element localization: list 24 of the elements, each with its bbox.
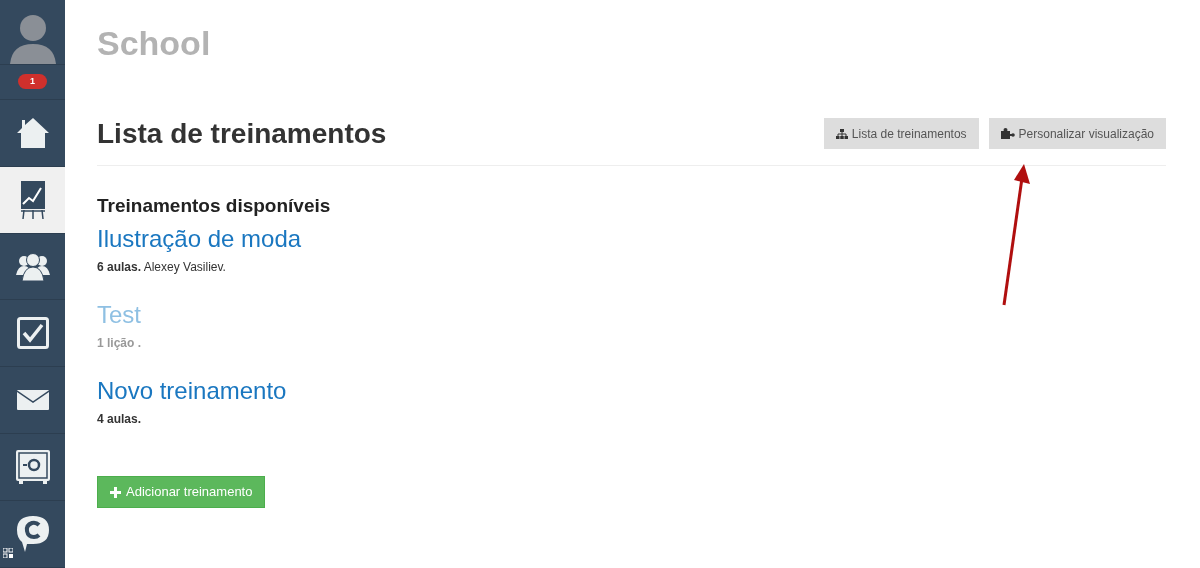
training-meta: 6 aulas. Alexey Vasiliev.	[97, 259, 227, 276]
training-link[interactable]: Ilustração de moda	[97, 224, 1166, 254]
toolbar-button[interactable]: Lista de treinamentos	[823, 118, 979, 149]
plus-icon	[110, 486, 121, 498]
puzzle-icon	[1000, 128, 1015, 139]
training-meta: 4 aulas.	[97, 411, 143, 428]
chat-logo-icon	[16, 516, 49, 552]
checkbox-icon	[16, 317, 49, 350]
qr-code-icon	[3, 548, 13, 558]
sitemap-icon	[835, 128, 848, 139]
toolbar-button[interactable]: Personalizar visualização	[988, 118, 1166, 149]
section-title: Treinamentos disponíveis	[97, 193, 332, 218]
training-meta: 1 lição .	[97, 335, 143, 352]
home-icon	[15, 116, 50, 149]
people-icon	[15, 252, 50, 281]
add-training-button[interactable]: Adicionar treinamento	[97, 476, 266, 508]
safe-icon	[15, 450, 50, 485]
notification-badge[interactable]: 1	[18, 74, 47, 90]
nav-item[interactable]	[0, 166, 65, 234]
chart-board-icon	[19, 179, 46, 220]
app-title: School	[97, 23, 212, 64]
training-link[interactable]: Novo treinamento	[97, 376, 1166, 406]
mail-icon	[16, 390, 49, 411]
page-title: Lista de treinamentos	[97, 116, 387, 151]
